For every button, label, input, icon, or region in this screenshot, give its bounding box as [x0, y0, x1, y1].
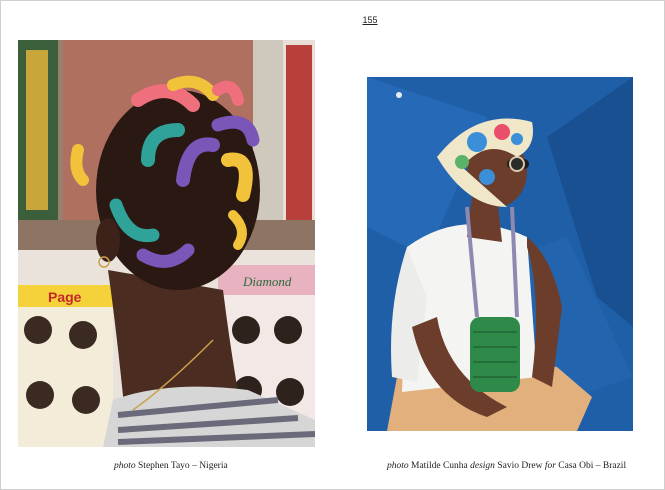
poster-sign-diamond: Diamond — [242, 274, 292, 289]
photo-headscarf-model — [367, 77, 633, 431]
caption-right-prefix: photo — [387, 461, 409, 471]
caption-left-separator: – — [192, 461, 197, 471]
caption-left-credit: Stephen Tayo — [138, 461, 190, 471]
caption-right-brand: Casa Obi — [558, 461, 594, 471]
caption-left-prefix: photo — [114, 461, 136, 471]
caption-right-location: Brazil — [602, 461, 627, 471]
caption-left: photo Stephen Tayo – Nigeria — [114, 461, 228, 471]
poster-sign-page: Page — [48, 289, 82, 305]
caption-left-location: Nigeria — [199, 461, 228, 471]
caption-right-for-label: for — [544, 461, 556, 471]
caption-right: photo Matilde Cunha design Savio Drew fo… — [387, 461, 626, 471]
magazine-spread: 155 Page Diamond photo Stephen Tayo – Ni… — [0, 0, 665, 490]
caption-right-designer: Savio Drew — [497, 461, 543, 471]
photo-hair-rollers: Page Diamond — [18, 40, 315, 447]
hair-rollers-illustration: Page Diamond — [18, 40, 315, 447]
headscarf-model-illustration — [367, 77, 633, 431]
caption-right-design-label: design — [470, 461, 495, 471]
caption-right-photographer: Matilde Cunha — [411, 461, 468, 471]
page-number: 155 — [362, 15, 378, 25]
caption-right-separator: – — [595, 461, 601, 471]
